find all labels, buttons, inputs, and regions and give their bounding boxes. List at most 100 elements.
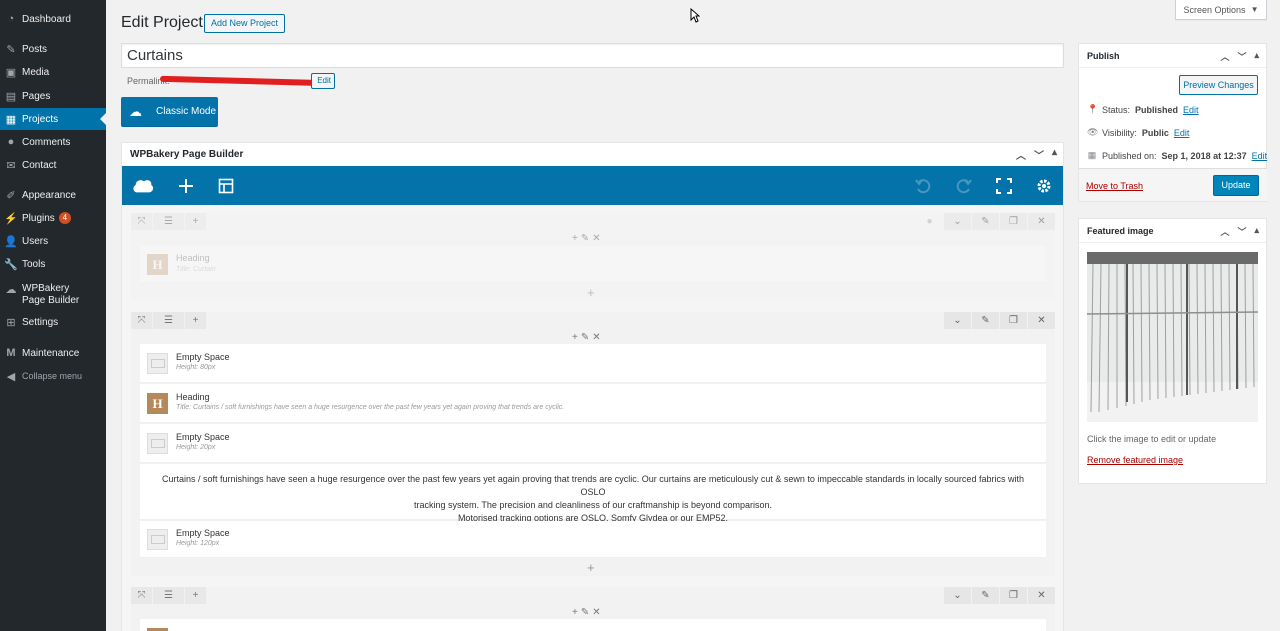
row-clone-icon[interactable]: ❐ <box>1000 587 1027 604</box>
column-add-icon[interactable]: + <box>572 332 578 343</box>
row-drag-icon[interactable]: ⤧ <box>131 312 152 329</box>
sidebar-item-users[interactable]: 👤 Users <box>0 230 106 252</box>
sidebar-item-wpbakery[interactable]: ☁ WPBakery Page Builder <box>0 281 106 311</box>
admin-sidebar: ◔ Dashboard ✎ Posts ▣ Media ▤ Pages ▦ Project… <box>0 0 106 631</box>
maintenance-icon: M <box>6 347 16 359</box>
move-down-icon[interactable]: ﹀ <box>1237 50 1246 63</box>
move-up-icon[interactable]: ︿ <box>1220 50 1229 63</box>
permalink-edit-button[interactable]: Edit <box>311 73 335 89</box>
add-element-plus-icon[interactable]: + <box>587 285 595 300</box>
empty-space-element[interactable]: Empty Space Height: 20px <box>140 424 1046 463</box>
add-new-project-button[interactable]: Add New Project <box>204 14 286 33</box>
redo-icon[interactable] <box>953 175 975 197</box>
sidebar-item-tools[interactable]: 🔧 Tools <box>0 253 106 275</box>
heading-element[interactable]: H <box>140 619 1046 631</box>
featured-image[interactable] <box>1087 252 1258 422</box>
column-delete-icon[interactable]: ✕ <box>592 607 600 618</box>
column-add-icon[interactable]: + <box>572 233 578 244</box>
builder-row: ⤧ ☰ + ● ⌄ ✎ ❐ ✕ + ✎ ✕ H Heading Title: C <box>131 213 1055 300</box>
row-layout-icon[interactable]: ☰ <box>153 587 184 604</box>
row-drag-icon[interactable]: ⤧ <box>131 213 152 230</box>
move-up-icon[interactable]: ︿ <box>1220 225 1229 238</box>
add-element-icon[interactable] <box>175 175 197 197</box>
edit-status-link[interactable]: Edit <box>1183 105 1199 115</box>
edit-visibility-link[interactable]: Edit <box>1174 128 1190 138</box>
visibility-row: 👁 Visibility: Public Edit <box>1087 127 1189 138</box>
column-delete-icon[interactable]: ✕ <box>592 233 600 244</box>
row-delete-icon[interactable]: ✕ <box>1028 312 1055 329</box>
preview-changes-button[interactable]: Preview Changes <box>1179 75 1258 95</box>
remove-featured-image-link[interactable]: Remove featured image <box>1087 455 1183 465</box>
row-toggle-icon[interactable]: ⌄ <box>944 312 971 329</box>
row-add-icon[interactable]: + <box>185 312 206 329</box>
sidebar-item-media[interactable]: ▣ Media <box>0 61 106 83</box>
column-edit-icon[interactable]: ✎ <box>581 233 589 244</box>
fullscreen-icon[interactable] <box>993 175 1015 197</box>
toggle-panel-icon[interactable]: ▴ <box>1052 147 1057 162</box>
add-element-plus-icon[interactable]: + <box>587 560 595 575</box>
publish-box-header: Publish ︿ ﹀ ▴ <box>1079 44 1266 68</box>
featured-title: Featured image <box>1087 225 1154 236</box>
row-clone-icon[interactable]: ❐ <box>1000 312 1027 329</box>
empty-space-element[interactable]: Empty Space Height: 120px <box>140 521 1046 558</box>
sidebar-item-plugins[interactable]: ⚡ Plugins 4 <box>0 207 106 229</box>
gear-icon[interactable] <box>1033 175 1055 197</box>
empty-space-icon <box>147 529 168 550</box>
row-layout-icon[interactable]: ☰ <box>153 213 184 230</box>
classic-mode-button[interactable]: ☁ Classic Mode <box>121 97 218 126</box>
row-edit-icon[interactable]: ✎ <box>972 312 999 329</box>
row-delete-icon[interactable]: ✕ <box>1028 587 1055 604</box>
row-add-icon[interactable]: + <box>185 213 206 230</box>
empty-space-element[interactable]: Empty Space Height: 80px <box>140 344 1046 383</box>
sidebar-item-maintenance[interactable]: M Maintenance <box>0 342 106 364</box>
row-toggle-icon[interactable]: ⌄ <box>944 587 971 604</box>
column-edit-icon[interactable]: ✎ <box>581 332 589 343</box>
move-up-icon[interactable]: ︿ <box>1016 147 1026 162</box>
row-layout-icon[interactable]: ☰ <box>153 312 184 329</box>
row-toggle-icon[interactable]: ⌄ <box>944 213 971 230</box>
element-subtitle: Title: Curtains / soft furnishings have … <box>176 404 565 411</box>
collapse-menu-button[interactable]: ◀ Collapse menu <box>0 365 106 387</box>
row-delete-icon[interactable]: ✕ <box>1028 213 1055 230</box>
sidebar-item-pages[interactable]: ▤ Pages <box>0 85 106 107</box>
templates-icon[interactable] <box>215 175 237 197</box>
row-add-icon[interactable]: + <box>185 587 206 604</box>
builder-header: WPBakery Page Builder ︿ ﹀ ▴ <box>122 143 1063 166</box>
undo-icon[interactable] <box>912 175 934 197</box>
sidebar-item-settings[interactable]: ⊞ Settings <box>0 311 106 333</box>
media-icon: ▣ <box>5 66 17 79</box>
sidebar-item-posts[interactable]: ✎ Posts <box>0 38 106 60</box>
column-edit-icon[interactable]: ✎ <box>581 607 589 618</box>
edit-date-link[interactable]: Edit <box>1252 151 1268 161</box>
sidebar-item-comments[interactable]: ● Comments <box>0 131 106 153</box>
toggle-panel-icon[interactable]: ▴ <box>1254 225 1259 238</box>
row-clone-icon[interactable]: ❐ <box>1000 213 1027 230</box>
visibility-dot-icon[interactable]: ● <box>916 213 943 230</box>
screen-options-button[interactable]: Screen Options ▼ <box>1175 0 1267 20</box>
row-edit-icon[interactable]: ✎ <box>972 213 999 230</box>
brush-icon: ✐ <box>6 189 16 202</box>
heading-element[interactable]: H Heading Title: Curtain <box>140 246 1046 283</box>
classic-mode-label: Classic Mode <box>156 106 217 117</box>
post-title-input[interactable]: Curtains <box>121 43 1064 68</box>
update-button[interactable]: Update <box>1213 175 1259 196</box>
toggle-panel-icon[interactable]: ▴ <box>1254 50 1259 63</box>
heading-element[interactable]: H Heading Title: Curtains / soft furnish… <box>140 384 1046 423</box>
sidebar-item-projects[interactable]: ▦ Projects <box>0 108 106 130</box>
sidebar-item-appearance[interactable]: ✐ Appearance <box>0 184 106 206</box>
empty-space-icon <box>147 353 168 374</box>
move-down-icon[interactable]: ﹀ <box>1034 147 1044 162</box>
sidebar-item-label: Media <box>22 66 50 78</box>
column-delete-icon[interactable]: ✕ <box>592 332 600 343</box>
move-down-icon[interactable]: ﹀ <box>1237 225 1246 238</box>
wpbakery-logo-icon[interactable] <box>132 175 154 197</box>
row-drag-icon[interactable]: ⤧ <box>131 587 152 604</box>
text-block-element[interactable]: Curtains / soft furnishings have seen a … <box>140 464 1046 523</box>
sidebar-item-dashboard[interactable]: ◔ Dashboard <box>0 8 106 30</box>
element-subtitle: Title: Curtain <box>176 266 216 273</box>
row-edit-icon[interactable]: ✎ <box>972 587 999 604</box>
sidebar-item-contact[interactable]: ✉ Contact <box>0 154 106 176</box>
move-to-trash-link[interactable]: Move to Trash <box>1086 181 1143 191</box>
column-add-icon[interactable]: + <box>572 607 578 618</box>
status-value: Published <box>1135 104 1179 115</box>
